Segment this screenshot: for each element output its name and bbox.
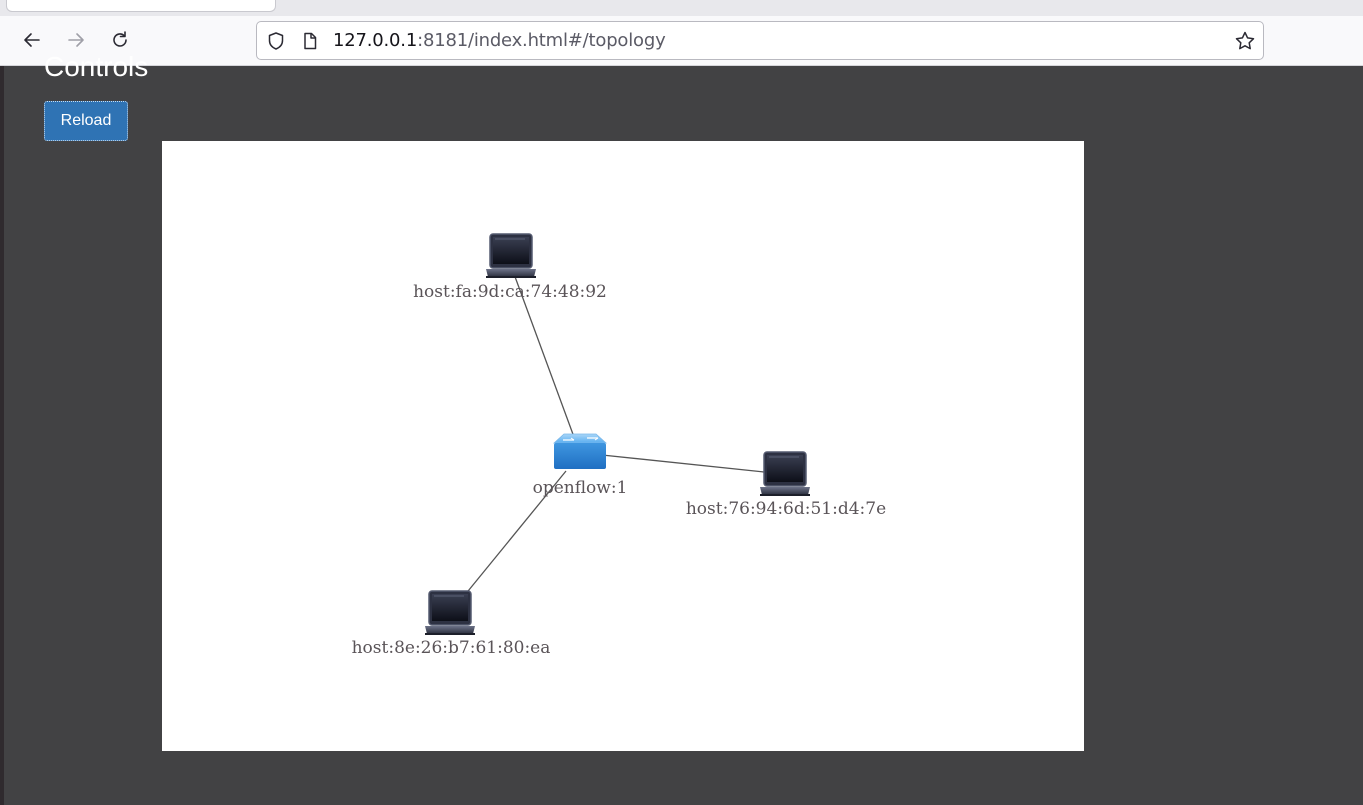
host-label: host:8e:26:b7:61:80:ea xyxy=(352,638,551,658)
laptop-icon xyxy=(485,233,537,279)
star-icon xyxy=(1235,31,1255,50)
controls-heading: Controls xyxy=(44,51,149,82)
host-node-fa[interactable]: host:fa:9d:ca:74:48:92 xyxy=(413,233,607,302)
host-label: host:fa:9d:ca:74:48:92 xyxy=(413,282,607,302)
navigation-toolbar: 127.0.0.1:8181/index.html#/topology xyxy=(0,16,1363,66)
laptop-icon xyxy=(759,451,811,497)
arrow-left-icon xyxy=(24,33,40,47)
page-icon[interactable] xyxy=(300,31,320,51)
laptop-icon xyxy=(424,590,476,636)
address-bar[interactable]: 127.0.0.1:8181/index.html#/topology xyxy=(256,21,1264,60)
topology-graph[interactable]: host:fa:9d:ca:74:48:92 openflow:1 host:7… xyxy=(162,141,1084,751)
link-openflow-76 xyxy=(601,454,765,473)
bookmark-button[interactable] xyxy=(1234,30,1256,52)
reload-icon xyxy=(113,31,127,47)
host-node-76[interactable]: host:76:94:6d:51:d4:7e xyxy=(686,451,886,519)
active-tab[interactable] xyxy=(6,0,276,12)
url-path: :8181/index.html#/topology xyxy=(417,30,666,51)
url-host: 127.0.0.1 xyxy=(333,30,418,51)
tab-strip xyxy=(0,0,1363,16)
window-edge xyxy=(0,0,4,805)
topology-canvas[interactable]: host:fa:9d:ca:74:48:92 openflow:1 host:7… xyxy=(162,141,1084,751)
switch-node-openflow[interactable]: openflow:1 xyxy=(533,433,628,498)
host-label: host:76:94:6d:51:d4:7e xyxy=(686,499,886,519)
shield-icon[interactable] xyxy=(266,31,286,51)
switch-label: openflow:1 xyxy=(533,478,628,498)
reload-button[interactable]: Reload xyxy=(44,101,128,141)
arrow-right-icon xyxy=(68,33,84,47)
switch-icon xyxy=(552,433,608,469)
url-text[interactable]: 127.0.0.1:8181/index.html#/topology xyxy=(333,31,666,51)
host-node-8e[interactable]: host:8e:26:b7:61:80:ea xyxy=(352,590,551,658)
